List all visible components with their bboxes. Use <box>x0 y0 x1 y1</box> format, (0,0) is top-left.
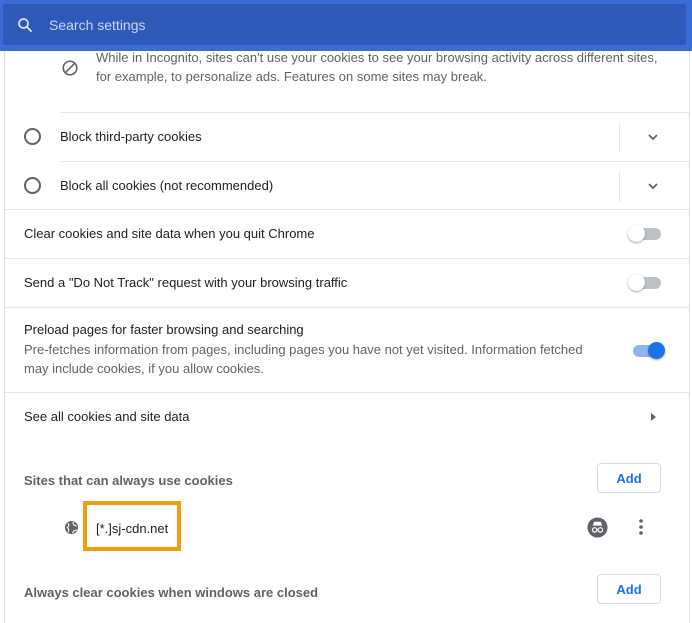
chevron-down-icon[interactable] <box>646 130 660 147</box>
setting-label: Preload pages for faster browsing and se… <box>24 322 304 337</box>
option-block-third-party[interactable]: Block third-party cookies <box>5 113 689 161</box>
incognito-note-line1: While in Incognito, sites can't use your… <box>96 51 658 65</box>
link-label: See all cookies and site data <box>24 409 190 424</box>
setting-do-not-track[interactable]: Send a "Do Not Track" request with your … <box>5 259 689 307</box>
setting-label: Send a "Do Not Track" request with your … <box>24 275 348 290</box>
incognito-icon <box>587 517 608 541</box>
setting-description-line1: Pre-fetches information from pages, incl… <box>24 342 583 357</box>
option-block-all[interactable]: Block all cookies (not recommended) <box>5 162 689 210</box>
toggle-knob <box>648 342 665 359</box>
block-icon <box>61 59 79 82</box>
add-allow-site-button[interactable]: Add <box>597 463 661 493</box>
search-input[interactable] <box>47 16 609 33</box>
globe-icon <box>64 520 79 538</box>
radio-block-all[interactable] <box>24 177 41 194</box>
setting-preload-pages[interactable]: Preload pages for faster browsing and se… <box>5 308 689 392</box>
chevron-down-icon[interactable] <box>646 179 660 196</box>
toggle-knob <box>628 274 645 291</box>
separator <box>619 172 620 202</box>
radio-block-third-party[interactable] <box>24 128 41 145</box>
setting-label: Clear cookies and site data when you qui… <box>24 226 315 241</box>
incognito-note-line2: for example, to personalize ads. Feature… <box>96 69 487 84</box>
more-actions-icon[interactable] <box>637 517 645 540</box>
add-clear-site-button[interactable]: Add <box>597 574 661 604</box>
search-box[interactable] <box>3 4 686 45</box>
arrow-right-icon[interactable] <box>648 411 658 426</box>
toggle-knob <box>628 225 645 242</box>
search-icon[interactable] <box>3 4 47 45</box>
see-all-cookies-link[interactable]: See all cookies and site data <box>5 393 689 441</box>
settings-toolbar <box>0 0 692 51</box>
highlight-box <box>83 501 181 551</box>
section-heading-allow: Sites that can always use cookies <box>24 473 233 488</box>
option-label: Block third-party cookies <box>60 129 202 144</box>
option-label: Block all cookies (not recommended) <box>60 178 274 193</box>
setting-description-line2: may include cookies, if you allow cookie… <box>24 361 264 376</box>
section-heading-clear: Always clear cookies when windows are cl… <box>24 585 319 600</box>
setting-clear-on-quit[interactable]: Clear cookies and site data when you qui… <box>5 210 689 258</box>
separator <box>619 123 620 153</box>
